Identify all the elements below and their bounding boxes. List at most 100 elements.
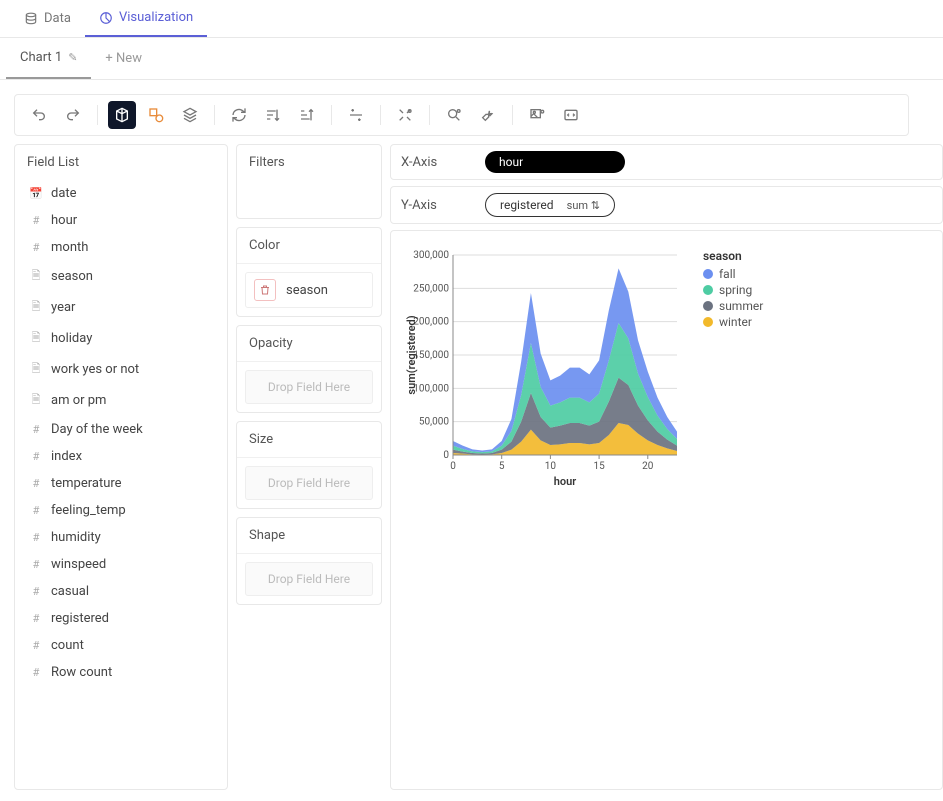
shape-button[interactable] [142, 101, 170, 129]
hash-icon: # [29, 504, 43, 517]
remove-color-button[interactable] [254, 279, 276, 301]
hash-icon: # [29, 639, 43, 652]
field-item[interactable]: #feeling_temp [21, 497, 221, 524]
cube-button[interactable] [108, 101, 136, 129]
field-item[interactable]: 🗎holiday [21, 323, 221, 354]
x-axis-pill[interactable]: hour [485, 151, 625, 173]
filters-title: Filters [237, 145, 381, 180]
hash-icon: # [29, 214, 43, 227]
legend-label: fall [719, 267, 736, 281]
field-label: year [51, 300, 75, 315]
field-item[interactable]: #casual [21, 578, 221, 605]
tab-data-label: Data [44, 11, 71, 26]
hash-icon: # [29, 423, 43, 436]
opacity-title: Opacity [237, 326, 381, 362]
edit-icon[interactable]: ✎ [68, 51, 77, 64]
legend-item[interactable]: spring [703, 283, 763, 297]
field-label: registered [51, 611, 109, 626]
svg-text:0: 0 [450, 461, 456, 472]
field-item[interactable]: #Row count [21, 659, 221, 686]
image-settings-button[interactable] [523, 101, 551, 129]
legend-item[interactable]: winter [703, 315, 763, 329]
doc-icon: 🗎 [29, 329, 43, 348]
new-chart-tab[interactable]: + New [91, 38, 156, 79]
doc-icon: 🗎 [29, 267, 43, 286]
hash-icon: # [29, 558, 43, 571]
field-label: am or pm [51, 393, 106, 408]
color-field-chip[interactable]: season [245, 272, 373, 308]
separator [331, 105, 332, 125]
size-drop[interactable]: Drop Field Here [245, 466, 373, 500]
field-item[interactable]: # hour [21, 207, 221, 234]
color-section: Color season [236, 227, 382, 317]
field-item[interactable]: 🗎year [21, 292, 221, 323]
opacity-drop[interactable]: Drop Field Here [245, 370, 373, 404]
svg-text:20: 20 [642, 461, 654, 472]
transpose-button[interactable] [342, 101, 370, 129]
field-item[interactable]: 🗎work yes or not [21, 354, 221, 385]
field-item[interactable]: 🗎 season [21, 261, 221, 292]
doc-icon: 🗎 [29, 360, 43, 379]
field-label: casual [51, 584, 89, 599]
tab-viz-label: Visualization [119, 10, 193, 25]
sort-asc-button[interactable] [259, 101, 287, 129]
undo-button[interactable] [25, 101, 53, 129]
svg-text:sum(registered): sum(registered) [405, 315, 418, 394]
hash-icon: # [29, 666, 43, 679]
tab-visualization[interactable]: Visualization [85, 0, 207, 37]
zoom-settings-button[interactable] [440, 101, 468, 129]
layers-button[interactable] [176, 101, 204, 129]
field-item[interactable]: #registered [21, 605, 221, 632]
field-item[interactable]: #count [21, 632, 221, 659]
legend-label: summer [719, 299, 763, 313]
y-agg-label: sum [567, 199, 588, 212]
shape-drop[interactable]: Drop Field Here [245, 562, 373, 596]
y-axis-pill[interactable]: registered sum ⇅ [485, 193, 615, 217]
y-axis-label: Y-Axis [401, 198, 473, 213]
field-item[interactable]: #temperature [21, 470, 221, 497]
separator [97, 105, 98, 125]
chart-area: X-Axis hour Y-Axis registered sum ⇅ 050,… [390, 144, 943, 790]
color-field-label: season [286, 283, 328, 298]
field-item[interactable]: #Day of the week [21, 416, 221, 443]
code-button[interactable] [557, 101, 585, 129]
field-item[interactable]: #index [21, 443, 221, 470]
date-icon: 📅 [29, 187, 43, 200]
sort-desc-button[interactable] [293, 101, 321, 129]
field-label: hour [51, 213, 77, 228]
field-item[interactable]: #month [21, 234, 221, 261]
separator [380, 105, 381, 125]
filters-drop[interactable] [237, 180, 381, 218]
size-section: Size Drop Field Here [236, 421, 382, 509]
field-item[interactable]: 🗎am or pm [21, 385, 221, 416]
field-item[interactable]: # humidity [21, 524, 221, 551]
expand-settings-button[interactable] [391, 101, 419, 129]
field-item[interactable]: 📅date [21, 180, 221, 207]
viz-icon [99, 11, 113, 25]
svg-text:0: 0 [443, 450, 449, 461]
color-title: Color [237, 228, 381, 264]
chart-tab-1[interactable]: Chart 1 ✎ [6, 38, 91, 79]
redo-button[interactable] [59, 101, 87, 129]
separator [512, 105, 513, 125]
field-label: index [51, 449, 82, 464]
legend-label: winter [719, 315, 752, 329]
tab-data[interactable]: Data [10, 0, 85, 37]
legend-item[interactable]: summer [703, 299, 763, 313]
wrench-button[interactable] [474, 101, 502, 129]
legend-item[interactable]: fall [703, 267, 763, 281]
svg-text:300,000: 300,000 [413, 250, 449, 261]
field-label: humidity [51, 530, 101, 545]
field-label: season [51, 269, 93, 284]
database-icon [24, 12, 38, 26]
refresh-button[interactable] [225, 101, 253, 129]
hash-icon: # [29, 531, 43, 544]
shape-section: Shape Drop Field Here [236, 517, 382, 605]
svg-text:15: 15 [593, 461, 605, 472]
field-item[interactable]: #winspeed [21, 551, 221, 578]
shape-title: Shape [237, 518, 381, 554]
new-chart-label: + New [105, 51, 142, 66]
field-items: 📅date#hour#month🗎season🗎year🗎holiday🗎wor… [15, 180, 227, 696]
legend-title: season [703, 249, 763, 263]
legend: season fall spring summer winter [703, 249, 763, 489]
